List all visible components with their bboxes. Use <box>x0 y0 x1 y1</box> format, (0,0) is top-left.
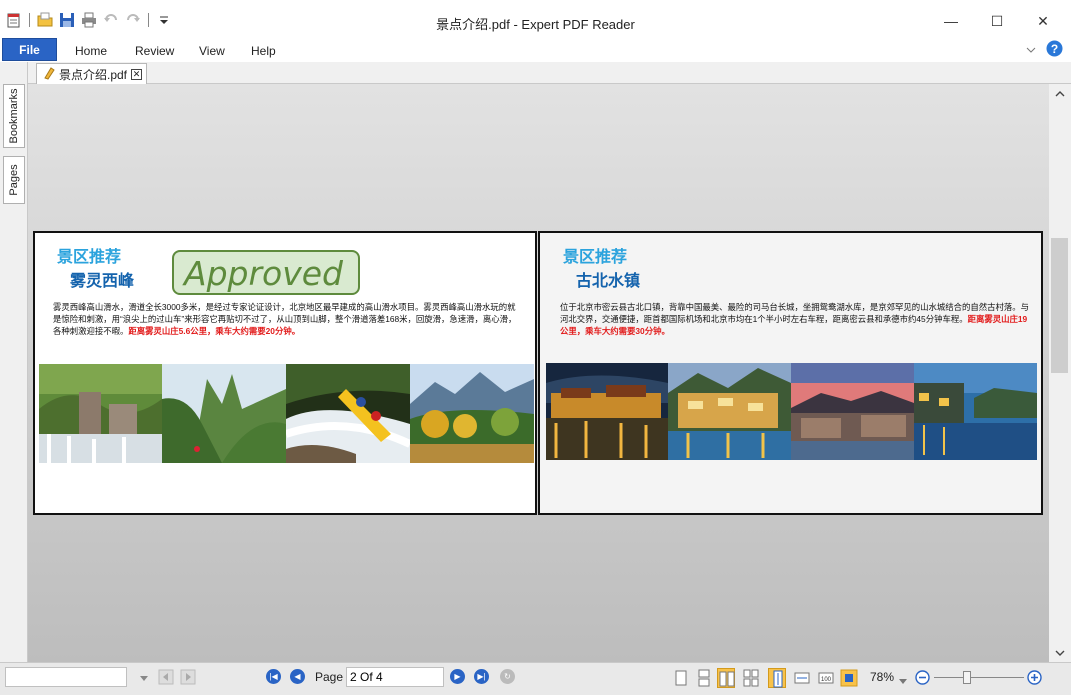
help-icon[interactable]: ? <box>1046 40 1063 60</box>
document-tab-strip: 景点介绍.pdf ✕ <box>28 62 1071 84</box>
minimize-button[interactable]: — <box>928 8 974 34</box>
pdf-page-right: 景区推荐 古北水镇 位于北京市密云县古北口镇，背靠中国最美、最险的司马台长城，坐… <box>538 231 1043 515</box>
previous-page-icon[interactable]: ◀ <box>290 669 305 684</box>
page-label: Page <box>315 670 344 684</box>
pages-tab-label: Pages <box>8 164 20 196</box>
page-heading: 景区推荐 <box>57 249 122 266</box>
photo-lit-hillside <box>668 363 791 460</box>
page-heading: 景区推荐 <box>563 249 628 266</box>
photo-waterfall-rocks <box>39 364 162 463</box>
facing-continuous-view-icon[interactable] <box>742 668 760 688</box>
zoom-slider-track[interactable] <box>934 671 1024 684</box>
search-dropdown-icon[interactable] <box>140 671 148 685</box>
zoom-slider-thumb[interactable] <box>962 671 971 684</box>
tab-review[interactable]: Review <box>135 44 174 58</box>
tab-file[interactable]: File <box>2 38 57 61</box>
single-page-view-icon[interactable] <box>672 668 690 688</box>
approved-stamp[interactable]: Approved <box>172 250 360 295</box>
photo-autumn-mountains <box>410 364 534 463</box>
page-number-input[interactable] <box>346 667 444 687</box>
photo-green-valley <box>162 364 286 463</box>
page-highlight-text: 距离雾灵山庄5.6公里，乘车大约需要20分钟。 <box>128 326 301 336</box>
two-page-view-icon[interactable] <box>717 668 735 688</box>
search-previous-icon[interactable] <box>158 669 174 688</box>
pdf-file-icon <box>43 66 55 83</box>
last-page-icon[interactable]: ▶| <box>474 669 489 684</box>
photo-rafting <box>284 364 412 463</box>
zoom-out-icon[interactable] <box>915 670 930 688</box>
svg-text:100: 100 <box>821 677 832 683</box>
search-input[interactable] <box>5 667 127 687</box>
document-tab-close-button[interactable]: ✕ <box>131 68 143 80</box>
minimize-ribbon-icon[interactable] <box>1026 43 1036 57</box>
status-bar: |◀ ◀ Page ▶ ▶| ↻ 100 78% <box>0 662 1071 695</box>
next-page-icon[interactable]: ▶ <box>450 669 465 684</box>
fit-visible-icon[interactable] <box>840 668 858 688</box>
first-page-icon[interactable]: |◀ <box>266 669 281 684</box>
document-tab-label: 景点介绍.pdf <box>59 67 128 82</box>
window-title: 景点介绍.pdf - Expert PDF Reader <box>436 17 635 32</box>
scroll-down-icon[interactable] <box>1049 648 1071 660</box>
page-body-text: 位于北京市密云县古北口镇，背靠中国最美、最险的司马台长城，坐拥鸳鸯湖水库，是京郊… <box>560 301 1032 337</box>
continuous-view-icon[interactable] <box>695 668 713 688</box>
pdf-page-left: 景区推荐 雾灵西峰 Approved 雾灵西峰高山滑水，滑道全长3000多米，是… <box>33 231 537 515</box>
fit-width-icon[interactable] <box>793 668 811 688</box>
page-subheading: 古北水镇 <box>576 273 641 290</box>
bookmarks-tab-label: Bookmarks <box>8 88 20 144</box>
page-body: 位于北京市密云县古北口镇，背靠中国最美、最险的司马台长城，坐拥鸳鸯湖水库，是京郊… <box>560 302 1029 324</box>
title-bar: 景点介绍.pdf - Expert PDF Reader — ☐ ✕ <box>0 0 1071 40</box>
close-button[interactable]: ✕ <box>1020 8 1066 34</box>
photo-canal-dusk <box>914 363 1037 460</box>
approved-stamp-text: Approved <box>184 254 344 293</box>
actual-size-icon[interactable]: 100 <box>817 668 835 688</box>
zoom-dropdown-icon[interactable] <box>899 674 907 688</box>
side-panel: Bookmarks Pages <box>0 62 28 662</box>
vertical-scrollbar[interactable] <box>1049 84 1071 662</box>
ribbon-tabs: File Home Review View Help ? <box>0 38 1071 62</box>
search-next-icon[interactable] <box>180 669 196 688</box>
tab-view[interactable]: View <box>199 44 225 58</box>
pages-tab[interactable]: Pages <box>3 156 25 204</box>
tab-home[interactable]: Home <box>75 44 107 58</box>
maximize-button[interactable]: ☐ <box>974 8 1020 34</box>
zoom-level[interactable]: 78% <box>870 670 894 684</box>
fit-page-icon[interactable] <box>768 668 786 688</box>
bookmarks-tab[interactable]: Bookmarks <box>3 84 25 148</box>
refresh-icon[interactable]: ↻ <box>500 669 515 684</box>
photo-sunset-town <box>791 363 914 460</box>
document-viewer[interactable]: 景区推荐 雾灵西峰 Approved 雾灵西峰高山滑水，滑道全长3000多米，是… <box>28 84 1049 662</box>
svg-text:?: ? <box>1051 42 1058 56</box>
scrollbar-thumb[interactable] <box>1051 238 1068 373</box>
page-subheading: 雾灵西峰 <box>70 273 135 290</box>
page-body-text: 雾灵西峰高山滑水，滑道全长3000多米，是经过专家论证设计，北京地区最早建成的高… <box>53 301 523 337</box>
document-tab[interactable]: 景点介绍.pdf ✕ <box>36 63 148 84</box>
photo-night-town <box>546 363 668 460</box>
zoom-in-icon[interactable] <box>1027 670 1042 688</box>
tab-help[interactable]: Help <box>251 44 276 58</box>
scroll-up-icon[interactable] <box>1049 88 1071 100</box>
